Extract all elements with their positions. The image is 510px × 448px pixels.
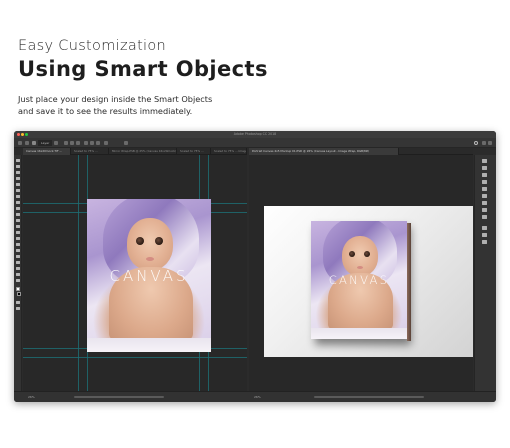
document-tab[interactable]: Canvas 16x20mock.TIF ... (23, 148, 71, 155)
3d-mode-icon[interactable] (124, 141, 128, 145)
quick-select-tool-icon[interactable] (16, 177, 20, 180)
brush-panel-icon[interactable] (482, 201, 487, 205)
channels-panel-icon[interactable] (482, 233, 487, 237)
foreground-color-swatch[interactable] (16, 287, 20, 291)
layers-panel-icon[interactable] (482, 226, 487, 230)
status-bar: 26% 26% (14, 391, 496, 402)
hero-description: Just place your design inside the Smart … (18, 94, 278, 117)
layer-dropdown[interactable]: Layer (38, 140, 53, 146)
panels-dock (474, 155, 496, 391)
document-tab[interactable]: Scaled to 75% ... (177, 148, 211, 155)
lasso-tool-icon[interactable] (16, 171, 20, 174)
hero-description-line-2: and save it to see the results immediate… (18, 105, 193, 116)
crop-tool-icon[interactable] (16, 183, 20, 186)
options-bar: Layer (14, 138, 496, 148)
distribute-icon[interactable] (104, 141, 108, 145)
align-center-icon[interactable] (70, 141, 74, 145)
swatches-panel-icon[interactable] (482, 180, 487, 184)
hero-description-line-1: Just place your design inside the Smart … (18, 94, 213, 104)
horizontal-scrollbar-right[interactable] (314, 396, 424, 398)
pen-tool-icon[interactable] (16, 243, 20, 246)
artwork-image: CANVAS (87, 199, 211, 352)
document-tab[interactable]: Scaled to 75% ... Image ... (211, 148, 247, 155)
zoom-tool-icon[interactable] (16, 273, 20, 276)
align-top-icon[interactable] (84, 141, 88, 145)
stamp-tool-icon[interactable] (16, 207, 20, 210)
photoshop-window: Adobe Photoshop CC 2018 Layer Canvas 16x… (14, 131, 496, 402)
home-icon[interactable] (18, 141, 22, 145)
align-bottom-icon[interactable] (96, 141, 100, 145)
paragraph-panel-icon[interactable] (482, 215, 487, 219)
blur-tool-icon[interactable] (16, 231, 20, 234)
quick-mask-icon[interactable] (16, 301, 20, 304)
paths-panel-icon[interactable] (482, 240, 487, 244)
window-title: Adobe Photoshop CC 2018 (233, 132, 277, 136)
hero-subtitle: Easy Customization (18, 38, 167, 54)
properties-panel-icon[interactable] (482, 166, 487, 170)
move-tool-icon[interactable] (25, 141, 29, 145)
canvas-overlay-text: CANVAS (109, 267, 189, 285)
baby-face (127, 218, 173, 270)
brush-tool-icon[interactable] (16, 201, 20, 204)
zoom-level-left[interactable]: 26% (28, 394, 35, 400)
canvas-overlay-text: CANVAS (328, 273, 390, 287)
document-tab[interactable]: Scaled to 75% ... (71, 148, 109, 155)
more-tools-icon[interactable] (16, 279, 20, 282)
marquee-tool-icon[interactable] (16, 165, 20, 168)
align-right-icon[interactable] (76, 141, 80, 145)
character-panel-icon[interactable] (482, 208, 487, 212)
color-panel-icon[interactable] (482, 173, 487, 177)
document-canvas-right[interactable]: CANVAS (249, 155, 473, 391)
background-color-swatch[interactable] (17, 292, 21, 296)
document-tab[interactable]: Portrait Canvas 4x5 Mockup 01.PSD @ 26% … (249, 148, 399, 155)
search-icon[interactable] (474, 141, 478, 145)
hero-title: Using Smart Objects (18, 57, 268, 81)
align-middle-icon[interactable] (90, 141, 94, 145)
transform-controls-checkbox[interactable] (54, 141, 58, 145)
document-tab[interactable]: Mirror Wrap-PSB @ 25% (Canvas 16x20mock)… (109, 148, 177, 155)
document-canvas-left[interactable]: CANVAS (23, 155, 247, 391)
eyedropper-tool-icon[interactable] (16, 189, 20, 192)
tab-bar-right: Portrait Canvas 4x5 Mockup 01.PSD @ 26% … (249, 148, 473, 155)
type-tool-icon[interactable] (16, 249, 20, 252)
tab-bar-left: Canvas 16x20mock.TIF ... Scaled to 75% .… (23, 148, 247, 155)
screen-mode-icon[interactable] (16, 307, 20, 310)
auto-select-checkbox[interactable] (32, 141, 36, 145)
shape-tool-icon[interactable] (16, 261, 20, 264)
path-select-tool-icon[interactable] (16, 255, 20, 258)
tools-panel (14, 155, 22, 391)
hand-tool-icon[interactable] (16, 267, 20, 270)
canvas-mockup: CANVAS (311, 221, 411, 341)
history-panel-icon[interactable] (482, 159, 487, 163)
eraser-tool-icon[interactable] (16, 219, 20, 222)
guide-vertical (78, 155, 79, 391)
adjustments-panel-icon[interactable] (482, 187, 487, 191)
horizontal-scrollbar-left[interactable] (74, 396, 164, 398)
zoom-level-right[interactable]: 26% (254, 394, 261, 400)
align-left-icon[interactable] (64, 141, 68, 145)
styles-panel-icon[interactable] (482, 194, 487, 198)
window-titlebar: Adobe Photoshop CC 2018 (14, 131, 496, 138)
workspace-icon[interactable] (482, 141, 486, 145)
baby-face (342, 236, 378, 276)
share-icon[interactable] (488, 141, 492, 145)
healing-tool-icon[interactable] (16, 195, 20, 198)
guide-horizontal (23, 357, 247, 358)
dodge-tool-icon[interactable] (16, 237, 20, 240)
history-brush-tool-icon[interactable] (16, 213, 20, 216)
gradient-tool-icon[interactable] (16, 225, 20, 228)
move-tool-icon[interactable] (16, 159, 20, 162)
